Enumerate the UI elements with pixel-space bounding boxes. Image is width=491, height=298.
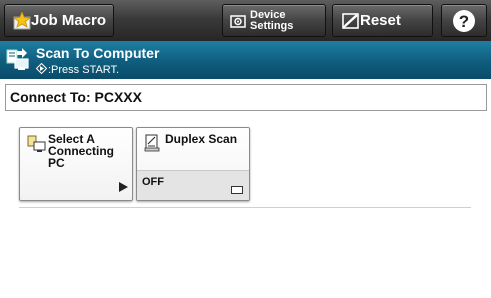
duplex-scan-icon — [144, 134, 162, 157]
device-settings-button[interactable]: Device Settings — [222, 4, 326, 37]
duplex-scan-button[interactable]: Duplex Scan OFF — [136, 127, 250, 201]
page-subtitle: :Press START. — [35, 62, 120, 77]
connect-to-field[interactable]: Connect To: PCXXX — [5, 84, 487, 111]
page-title: Scan To Computer — [36, 45, 160, 61]
reset-button[interactable]: Reset — [332, 4, 433, 37]
select-connecting-pc-button[interactable]: Select A Connecting PC — [19, 127, 133, 201]
job-macro-button[interactable]: Job Macro — [4, 4, 114, 37]
top-toolbar: Job Macro Device Settings Reset ? — [0, 0, 491, 41]
triangle-right-icon — [119, 179, 128, 197]
title-bar: Scan To Computer :Press START. — [0, 41, 491, 79]
device-settings-label: Device Settings — [250, 9, 294, 32]
duplex-scan-value: OFF — [142, 176, 164, 188]
help-icon: ? — [453, 9, 475, 32]
scan-to-computer-icon — [6, 47, 30, 78]
device-settings-label-line2: Settings — [250, 19, 294, 32]
reset-label: Reset — [360, 12, 401, 29]
job-macro-label: Job Macro — [31, 12, 107, 29]
subtitle-text: :Press START. — [48, 64, 120, 76]
start-icon — [35, 62, 48, 77]
divider — [19, 207, 471, 208]
help-symbol: ? — [459, 12, 469, 31]
dropdown-box-icon — [231, 186, 243, 194]
job-macro-icon — [13, 11, 31, 30]
select-connecting-pc-label: Select A Connecting PC — [48, 132, 114, 170]
duplex-scan-label: Duplex Scan — [165, 132, 238, 146]
help-button[interactable]: ? — [441, 4, 487, 37]
select-pc-icon — [27, 134, 47, 159]
reset-icon — [342, 12, 360, 29]
device-settings-icon — [230, 13, 246, 29]
